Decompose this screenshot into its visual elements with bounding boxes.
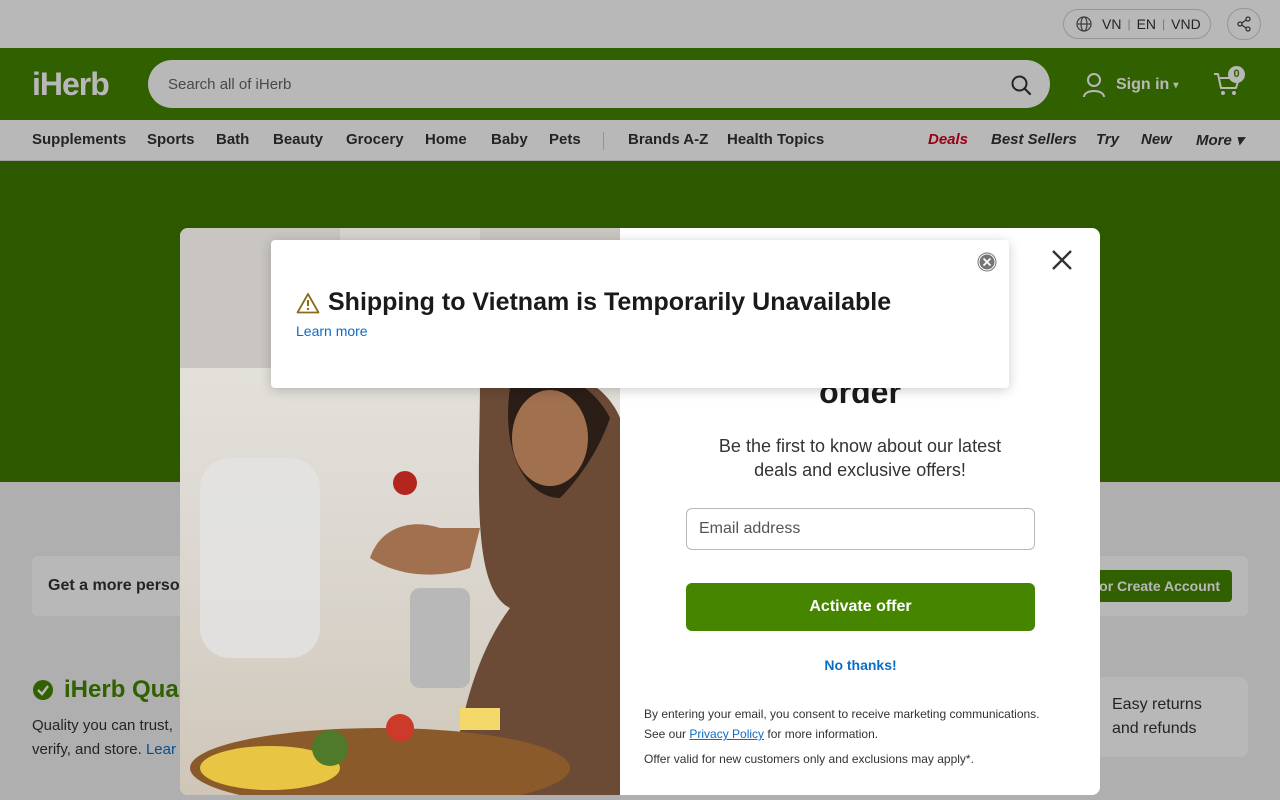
shipping-notice-title: Shipping to Vietnam is Temporarily Unava… (296, 288, 891, 317)
offer-disclaimer: Offer valid for new customers only and e… (644, 752, 974, 766)
email-field[interactable] (686, 508, 1035, 550)
warning-icon (296, 292, 320, 313)
no-thanks-link[interactable]: No thanks! (686, 657, 1035, 673)
consent-text: By entering your email, you consent to r… (644, 707, 1040, 741)
close-icon[interactable] (977, 252, 997, 272)
offer-subtitle: Be the first to know about our latest de… (718, 436, 1002, 480)
privacy-policy-link[interactable]: Privacy Policy (689, 727, 764, 741)
shipping-notice-modal: Shipping to Vietnam is Temporarily Unava… (271, 240, 1009, 388)
learn-more-link[interactable]: Learn more (296, 323, 368, 339)
activate-offer-button[interactable]: Activate offer (686, 583, 1035, 631)
close-icon[interactable] (1048, 246, 1076, 274)
